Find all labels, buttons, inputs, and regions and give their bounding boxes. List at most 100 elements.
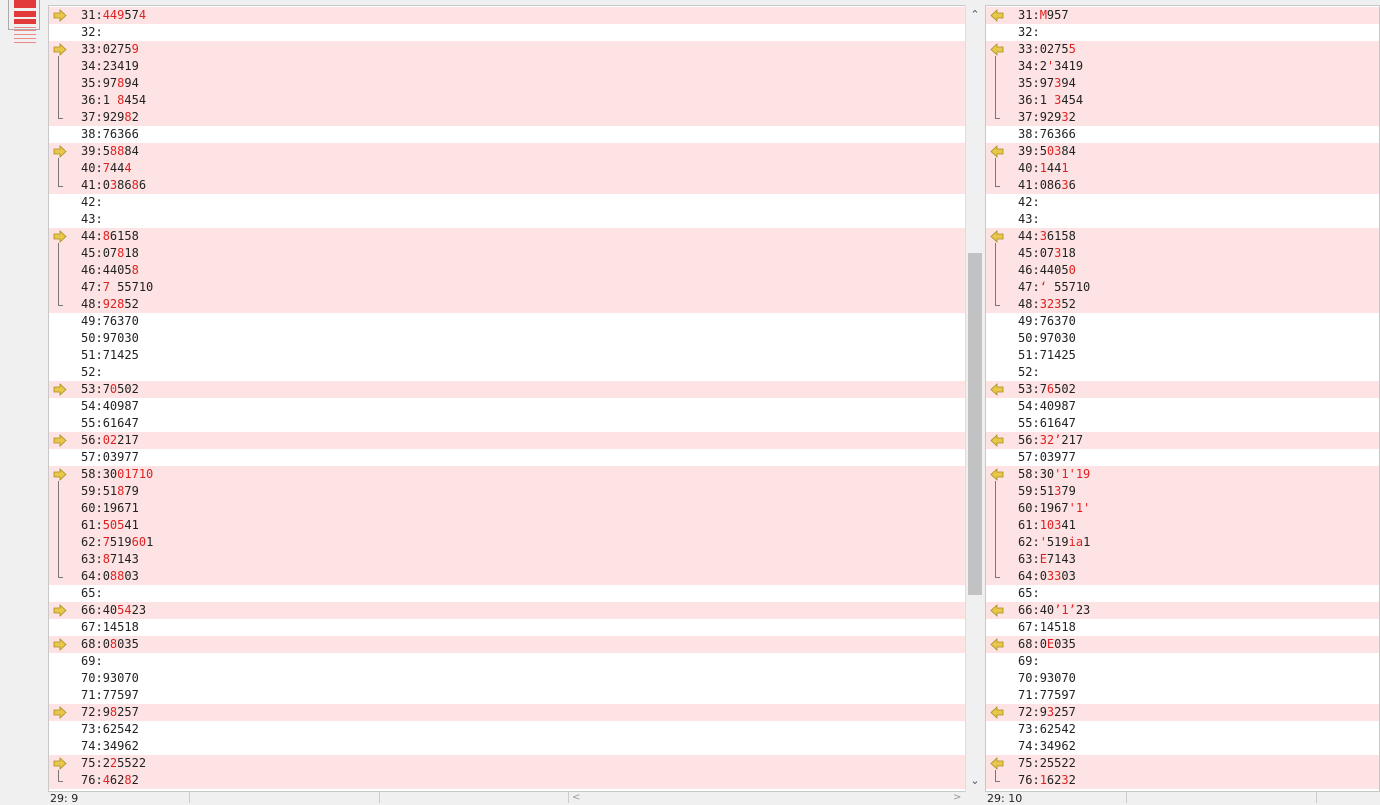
code-line[interactable]: 55:61647 (49, 415, 982, 432)
diff-line[interactable]: 40:7444 (49, 160, 982, 177)
code-line[interactable]: 38:76366 (986, 126, 1379, 143)
diff-line[interactable]: 61:10341 (986, 517, 1379, 534)
code-line[interactable]: 52: (49, 364, 982, 381)
code-line[interactable]: 69: (49, 653, 982, 670)
code-line[interactable]: 50:97030 (986, 330, 1379, 347)
diff-line[interactable]: 35:97394 (986, 75, 1379, 92)
code-line[interactable]: 49:76370 (986, 313, 1379, 330)
arrow-left-icon[interactable] (990, 434, 1004, 447)
code-line[interactable]: 51:71425 (986, 347, 1379, 364)
scroll-up-icon[interactable]: ⌃ (969, 9, 981, 21)
arrow-right-icon[interactable] (53, 604, 67, 617)
diff-line[interactable]: 66:40’1’23 (986, 602, 1379, 619)
code-line[interactable]: 57:03977 (49, 449, 982, 466)
diff-line[interactable]: 62:7519601 (49, 534, 982, 551)
diff-line[interactable]: 56:02217 (49, 432, 982, 449)
diff-line[interactable]: 60:1967'1' (986, 500, 1379, 517)
arrow-right-icon[interactable] (53, 43, 67, 56)
diff-line[interactable]: 44:86158 (49, 228, 982, 245)
diff-line[interactable]: 46:44058 (49, 262, 982, 279)
code-line[interactable]: 70:93070 (49, 670, 982, 687)
code-line[interactable]: 49:76370 (49, 313, 982, 330)
scroll-left-icon[interactable]: < (572, 792, 580, 803)
diff-line[interactable]: 75:25522 (986, 755, 1379, 772)
code-line[interactable]: 55:61647 (986, 415, 1379, 432)
code-line[interactable]: 74:34962 (986, 738, 1379, 755)
diff-line[interactable]: 46:44050 (986, 262, 1379, 279)
diff-line[interactable]: 41:08636 (986, 177, 1379, 194)
diff-line[interactable]: 66:405423 (49, 602, 982, 619)
diff-line[interactable]: 48:92852 (49, 296, 982, 313)
diff-line[interactable]: 34:2'3419 (986, 58, 1379, 75)
diff-line[interactable]: 68:0E035 (986, 636, 1379, 653)
diff-line[interactable]: 31:M957 (986, 7, 1379, 24)
arrow-right-icon[interactable] (53, 9, 67, 22)
diff-line[interactable]: 33:02755 (986, 41, 1379, 58)
arrow-left-icon[interactable] (990, 9, 1004, 22)
diff-line[interactable]: 47:7 55710 (49, 279, 982, 296)
code-line[interactable]: 69: (986, 653, 1379, 670)
diff-overview-map[interactable] (0, 0, 48, 803)
diff-line[interactable]: 72:98257 (49, 704, 982, 721)
arrow-right-icon[interactable] (53, 383, 67, 396)
diff-line[interactable]: 56:32’217 (986, 432, 1379, 449)
diff-line[interactable]: 64:08803 (49, 568, 982, 585)
diff-line[interactable]: 35:97894 (49, 75, 982, 92)
diff-line[interactable]: 53:70502 (49, 381, 982, 398)
diff-line[interactable]: 53:76502 (986, 381, 1379, 398)
code-line[interactable]: 65: (49, 585, 982, 602)
arrow-right-icon[interactable] (53, 145, 67, 158)
diff-line[interactable]: 44:36158 (986, 228, 1379, 245)
diff-line[interactable]: 72:93257 (986, 704, 1379, 721)
scroll-down-icon[interactable]: ⌄ (969, 775, 981, 787)
diff-line[interactable]: 39:58884 (49, 143, 982, 160)
code-line[interactable]: 67:14518 (986, 619, 1379, 636)
code-line[interactable]: 32: (986, 24, 1379, 41)
code-line[interactable]: 65: (986, 585, 1379, 602)
code-line[interactable]: 57:03977 (986, 449, 1379, 466)
diff-line[interactable]: 47:‘ 55710 (986, 279, 1379, 296)
diff-line[interactable]: 76:16232 (986, 772, 1379, 789)
arrow-right-icon[interactable] (53, 468, 67, 481)
arrow-left-icon[interactable] (990, 468, 1004, 481)
arrow-left-icon[interactable] (990, 604, 1004, 617)
diff-line[interactable]: 45:07818 (49, 245, 982, 262)
arrow-left-icon[interactable] (990, 230, 1004, 243)
code-line[interactable]: 54:40987 (49, 398, 982, 415)
diff-line[interactable]: 37:92982 (49, 109, 982, 126)
left-file-pane[interactable]: 31:449574 32: 33:02759 34:23419 35:97894 36:1… (48, 5, 983, 792)
diff-line[interactable]: 62:'519ia1 (986, 534, 1379, 551)
arrow-right-icon[interactable] (53, 230, 67, 243)
code-line[interactable]: 73:62542 (986, 721, 1379, 738)
diff-line[interactable]: 40:1441 (986, 160, 1379, 177)
arrow-left-icon[interactable] (990, 43, 1004, 56)
diff-line[interactable]: 58:30'1'19 (986, 466, 1379, 483)
diff-line[interactable]: 68:08035 (49, 636, 982, 653)
scrollbar-thumb[interactable] (968, 253, 982, 595)
arrow-right-icon[interactable] (53, 757, 67, 770)
code-line[interactable]: 73:62542 (49, 721, 982, 738)
diff-line[interactable]: 36:1 8454 (49, 92, 982, 109)
code-line[interactable]: 70:93070 (986, 670, 1379, 687)
diff-line[interactable]: 61:50541 (49, 517, 982, 534)
diff-line[interactable]: 59:51379 (986, 483, 1379, 500)
arrow-right-icon[interactable] (53, 638, 67, 651)
code-line[interactable]: 52: (986, 364, 1379, 381)
code-line[interactable]: 42: (986, 194, 1379, 211)
arrow-left-icon[interactable] (990, 706, 1004, 719)
diff-line[interactable]: 58:3001710 (49, 466, 982, 483)
code-line[interactable]: 71:77597 (986, 687, 1379, 704)
diff-line[interactable]: 39:50384 (986, 143, 1379, 160)
vertical-scrollbar[interactable]: ⌃ ⌄ (965, 5, 983, 792)
diff-line[interactable]: 75:225522 (49, 755, 982, 772)
diff-line[interactable]: 59:51879 (49, 483, 982, 500)
code-line[interactable]: 71:77597 (49, 687, 982, 704)
diff-line[interactable]: 45:07318 (986, 245, 1379, 262)
code-line[interactable]: 43: (986, 211, 1379, 228)
code-line[interactable]: 54:40987 (986, 398, 1379, 415)
diff-line[interactable]: 41:038686 (49, 177, 982, 194)
diff-line[interactable]: 64:03303 (986, 568, 1379, 585)
right-file-pane[interactable]: 31:M957 32: 33:02755 34:2'3419 35:97394 36:1 … (985, 5, 1380, 792)
code-line[interactable]: 50:97030 (49, 330, 982, 347)
code-line[interactable]: 51:71425 (49, 347, 982, 364)
